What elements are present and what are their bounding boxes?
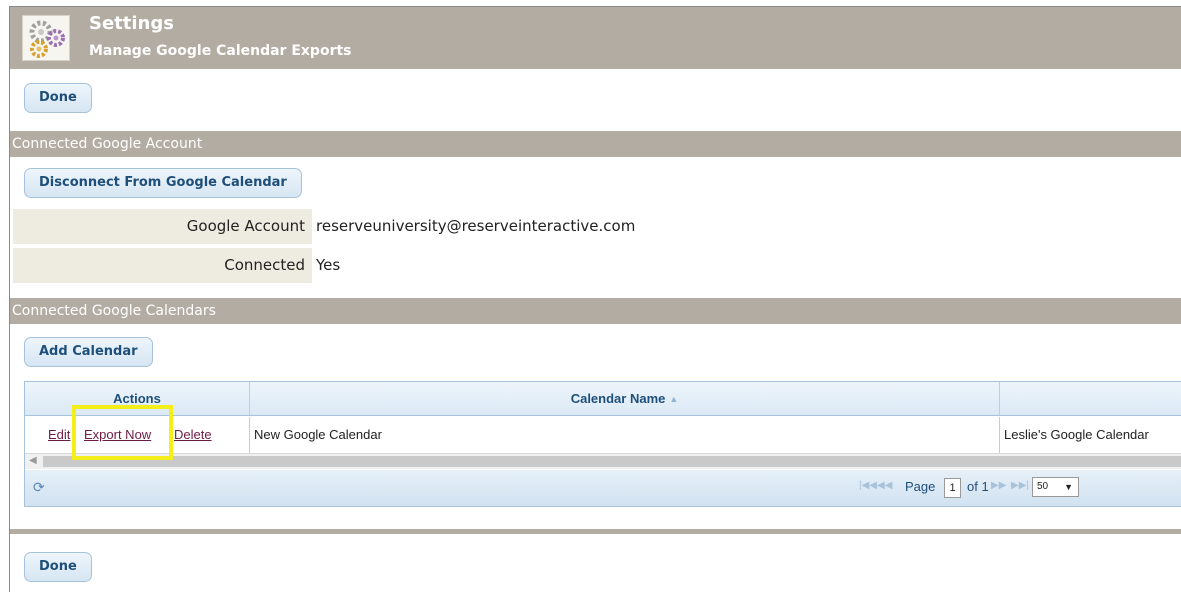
column-divider xyxy=(999,382,1000,415)
google-account-value: reserveuniversity@reserveinteractive.com xyxy=(316,217,636,235)
delete-link[interactable]: Delete xyxy=(174,427,212,442)
done-button-bottom[interactable]: Done xyxy=(24,552,92,582)
calendars-grid: Actions Calendar Name ▲ Edit Export Now D… xyxy=(24,381,1181,507)
edit-link[interactable]: Edit xyxy=(48,427,70,442)
page-header: Settings Manage Google Calendar Exports xyxy=(10,7,1181,69)
section-connected-calendars: Connected Google Calendars xyxy=(10,298,1181,324)
export-now-link[interactable]: Export Now xyxy=(84,427,151,442)
connected-row: Connected Yes xyxy=(13,248,1181,283)
disconnect-google-button[interactable]: Disconnect From Google Calendar xyxy=(24,168,302,198)
horizontal-scrollbar[interactable]: ◀ xyxy=(25,453,1181,469)
previous-page-icon[interactable]: ◀◀ xyxy=(877,480,892,491)
google-account-row: Google Account reserveuniversity@reserve… xyxy=(13,209,1181,244)
scrollbar-thumb[interactable] xyxy=(43,456,1181,467)
page-number-input[interactable]: 1 xyxy=(944,478,961,498)
connected-label: Connected xyxy=(13,248,312,283)
next-page-icon[interactable]: ▶▶ xyxy=(991,480,1006,491)
settings-page: Settings Manage Google Calendar Exports … xyxy=(9,6,1181,592)
column-header-calendar-name[interactable]: Calendar Name ▲ xyxy=(250,382,999,416)
page-subtitle: Manage Google Calendar Exports xyxy=(89,43,352,59)
chevron-down-icon: ▼ xyxy=(1064,482,1073,492)
column-header-actions[interactable]: Actions xyxy=(25,382,249,416)
scroll-left-icon[interactable]: ◀ xyxy=(29,455,37,466)
sort-arrows-icon[interactable]: ▲ xyxy=(669,382,678,416)
gears-icon xyxy=(22,15,70,61)
page-count: of 1 xyxy=(967,479,989,494)
calendar-owner-cell: Leslie's Google Calendar xyxy=(1004,427,1149,442)
page-title: Settings xyxy=(89,13,174,34)
last-page-icon[interactable]: ▶▶| xyxy=(1011,480,1029,491)
section-connected-account: Connected Google Account xyxy=(10,131,1181,157)
add-calendar-button[interactable]: Add Calendar xyxy=(24,337,153,367)
table-row: Edit Export Now Delete New Google Calend… xyxy=(25,417,1181,453)
column-divider xyxy=(249,417,250,453)
refresh-icon[interactable]: ⟳ xyxy=(33,479,45,496)
calendar-name-cell: New Google Calendar xyxy=(254,427,382,442)
page-label: Page xyxy=(905,479,936,494)
page-size-select[interactable]: 50 ▼ xyxy=(1032,477,1079,497)
done-button-top[interactable]: Done xyxy=(24,83,92,113)
connected-value: Yes xyxy=(316,256,341,274)
column-divider xyxy=(999,417,1000,453)
grid-pager: ⟳ |◀◀ ◀◀ Page 1 of 1 ▶▶ ▶▶| 50 ▼ xyxy=(25,470,1181,506)
first-page-icon[interactable]: |◀◀ xyxy=(859,480,877,491)
google-account-label: Google Account xyxy=(13,209,312,244)
grid-header: Actions Calendar Name ▲ xyxy=(25,382,1181,416)
divider xyxy=(10,529,1181,534)
